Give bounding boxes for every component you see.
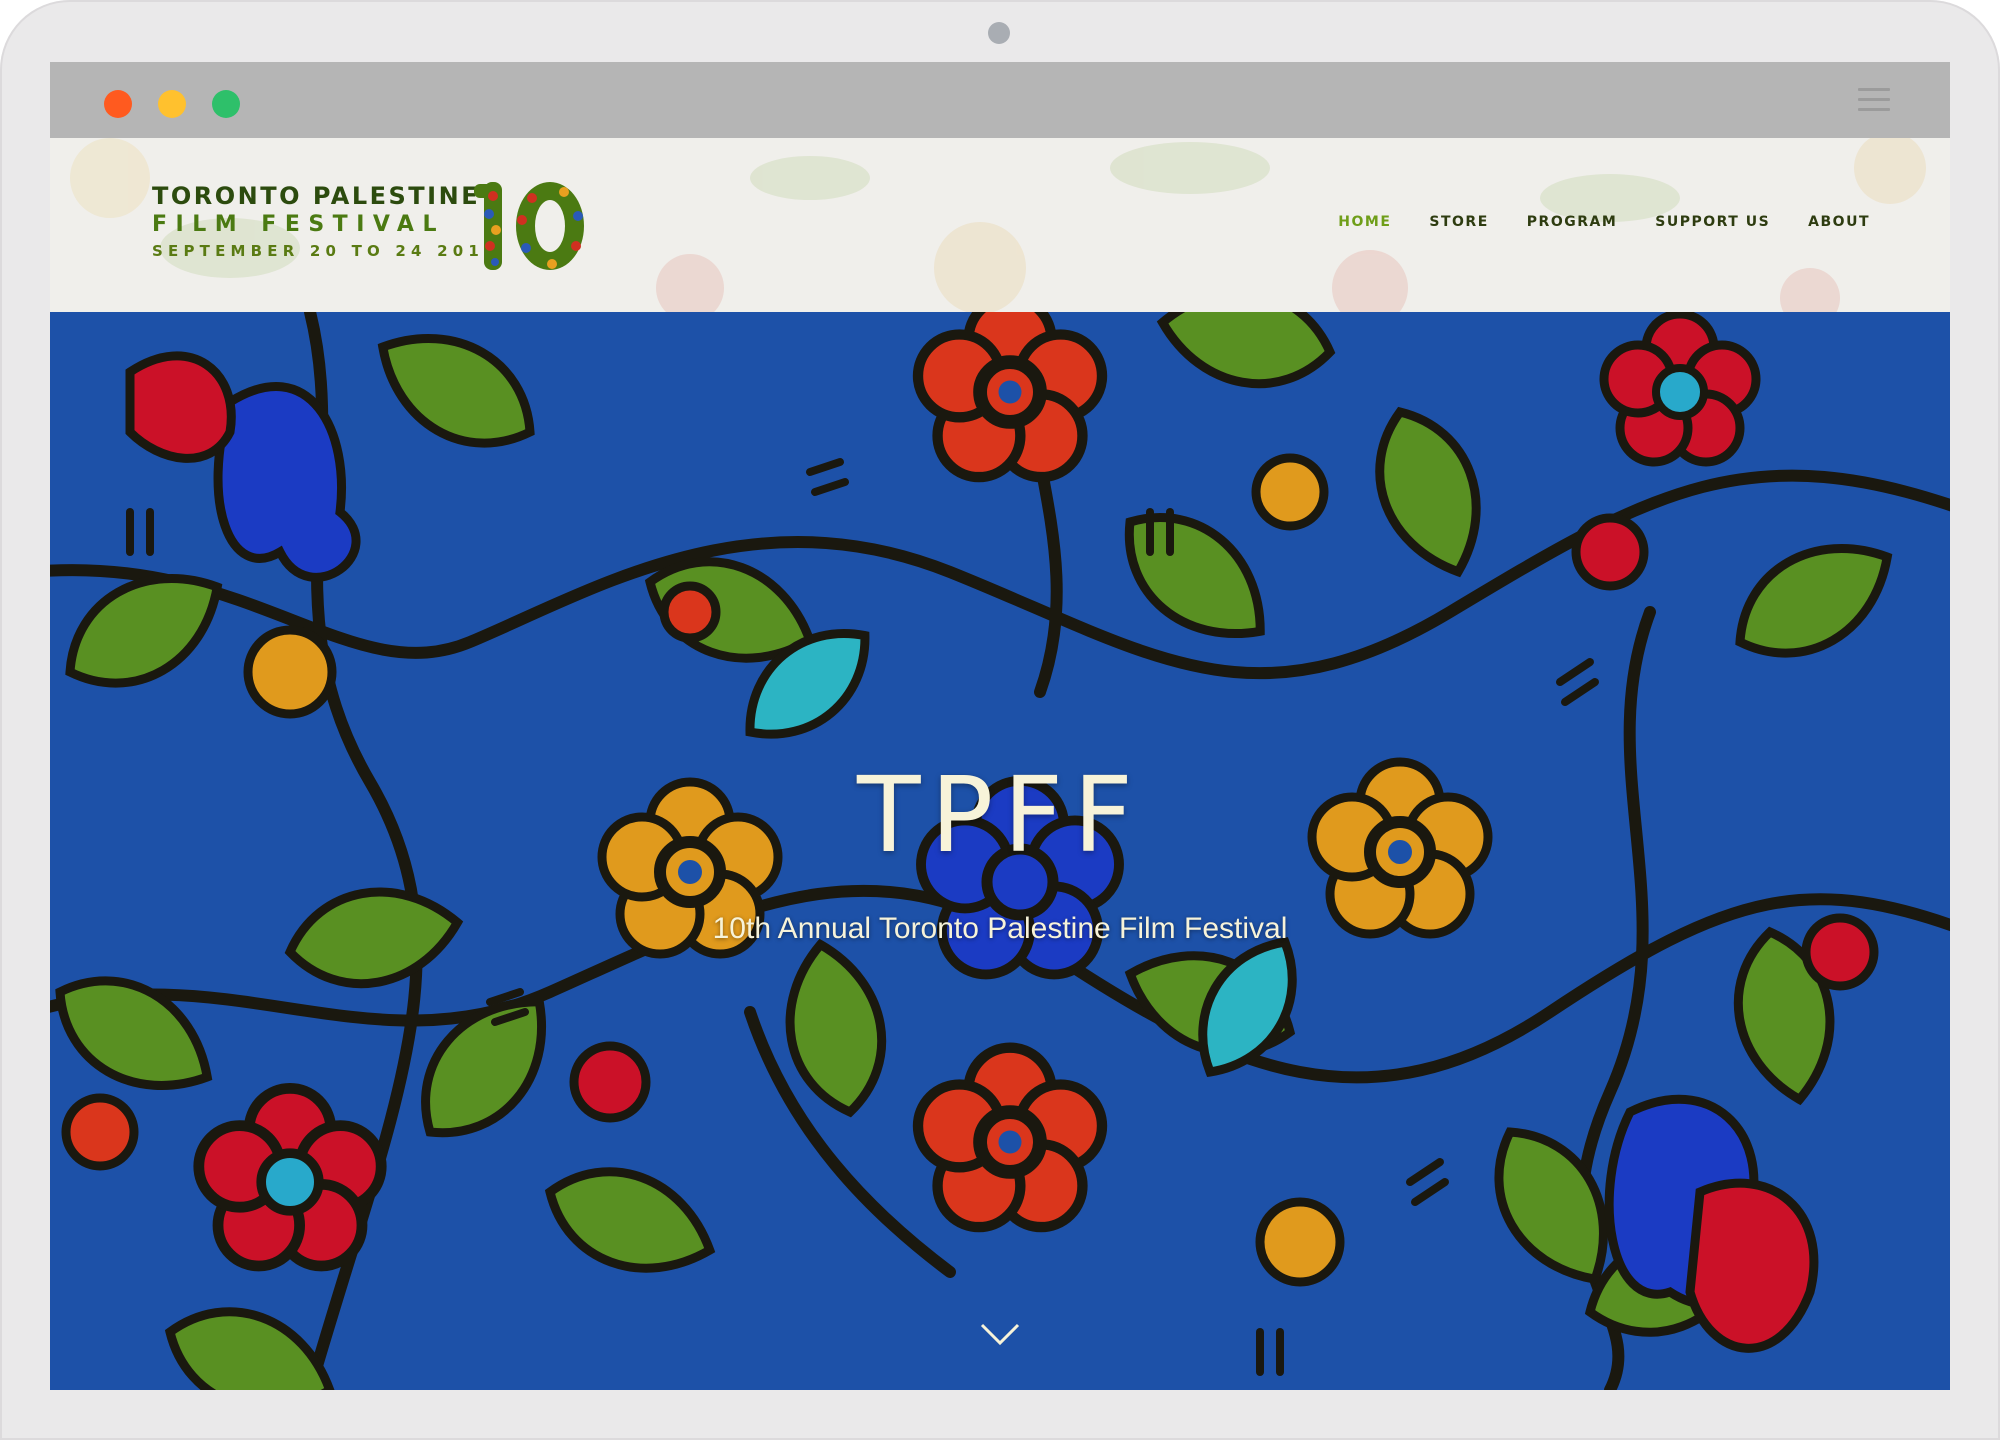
close-window-button[interactable] xyxy=(104,90,132,118)
logo-title-line: TORONTO PALESTINE xyxy=(152,182,481,210)
logo-subtitle-line: FILM FESTIVAL xyxy=(152,212,445,237)
chevron-down-icon[interactable] xyxy=(980,1322,1020,1346)
nav-store[interactable]: STORE xyxy=(1429,214,1488,230)
nav-home[interactable]: HOME xyxy=(1338,214,1391,230)
main-navigation: HOME STORE PROGRAM SUPPORT US ABOUT xyxy=(1338,214,1870,230)
minimize-window-button[interactable] xyxy=(158,90,186,118)
camera-icon xyxy=(988,22,1010,44)
hamburger-menu-icon[interactable] xyxy=(1858,88,1890,112)
nav-support-us[interactable]: SUPPORT US xyxy=(1655,214,1770,230)
nav-about[interactable]: ABOUT xyxy=(1808,214,1870,230)
site-header: TORONTO PALESTINE FILM FESTIVAL SEPTEMBE… xyxy=(50,138,1950,312)
hamburger-bar xyxy=(1858,98,1890,101)
maximize-window-button[interactable] xyxy=(212,90,240,118)
logo-10-emblem-icon xyxy=(474,182,584,270)
hero-banner: TPFF 10th Annual Toronto Palestine Film … xyxy=(50,312,1950,1390)
hamburger-bar xyxy=(1858,88,1890,91)
browser-titlebar xyxy=(50,62,1950,138)
site-logo[interactable]: TORONTO PALESTINE FILM FESTIVAL SEPTEMBE… xyxy=(152,176,612,276)
hamburger-bar xyxy=(1858,108,1890,111)
hero-subtitle: 10th Annual Toronto Palestine Film Festi… xyxy=(712,912,1288,945)
hero-title: TPFF xyxy=(857,754,1143,876)
nav-program[interactable]: PROGRAM xyxy=(1527,214,1617,230)
browser-window: TORONTO PALESTINE FILM FESTIVAL SEPTEMBE… xyxy=(50,62,1950,1390)
logo-dates-line: SEPTEMBER 20 TO 24 2017 xyxy=(152,242,500,260)
